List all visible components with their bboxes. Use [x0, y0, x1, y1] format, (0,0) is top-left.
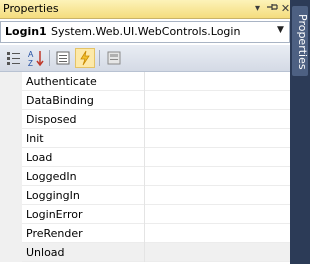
event-row-init[interactable]: Init — [0, 129, 290, 148]
properties-button[interactable] — [53, 48, 73, 68]
row-gutter — [0, 243, 22, 262]
event-row-load[interactable]: Load — [0, 148, 290, 167]
column-divider — [144, 72, 145, 91]
event-row-unload[interactable]: Unload — [0, 243, 290, 262]
side-tab-properties[interactable]: Properties — [292, 6, 309, 76]
event-row-disposed[interactable]: Disposed — [0, 110, 290, 129]
row-gutter — [0, 110, 22, 129]
object-name: Login1 — [5, 25, 47, 38]
chevron-down-icon[interactable]: ▼ — [277, 25, 284, 35]
events-button[interactable] — [75, 48, 95, 68]
column-divider — [144, 205, 145, 224]
properties-toolbar: A Z — [0, 45, 290, 72]
object-selector[interactable]: Login1 System.Web.UI.WebControls.Login ▼ — [0, 21, 290, 43]
event-row-loggedin[interactable]: LoggedIn — [0, 167, 290, 186]
event-name: LoggingIn — [26, 189, 80, 202]
svg-text:Z: Z — [28, 59, 33, 68]
column-divider — [144, 148, 145, 167]
event-row-prerender[interactable]: PreRender — [0, 224, 290, 243]
row-gutter — [0, 186, 22, 205]
events-grid: Authenticate DataBinding Disposed Init L… — [0, 72, 290, 264]
alphabetical-button[interactable]: A Z — [26, 48, 46, 68]
row-gutter — [0, 129, 22, 148]
row-gutter — [0, 148, 22, 167]
event-name: Load — [26, 151, 53, 164]
window-position-dropdown-icon[interactable]: ▾ — [250, 1, 265, 16]
event-name: LoginError — [26, 208, 83, 221]
column-divider — [144, 129, 145, 148]
properties-icon — [56, 51, 70, 65]
event-row-databinding[interactable]: DataBinding — [0, 91, 290, 110]
event-name: Authenticate — [26, 75, 97, 88]
event-name: LoggedIn — [26, 170, 77, 183]
toolbar-separator — [99, 50, 100, 66]
event-name: PreRender — [26, 227, 83, 240]
row-gutter — [0, 205, 22, 224]
row-gutter — [0, 72, 22, 91]
events-icon — [80, 50, 90, 66]
event-row-loginerror[interactable]: LoginError — [0, 205, 290, 224]
column-divider — [144, 110, 145, 129]
svg-text:A: A — [28, 50, 34, 59]
toolbar-separator — [49, 50, 50, 66]
side-tab-label: Properties — [296, 14, 309, 70]
panel-title-bar[interactable]: Properties ▾ ✕ — [0, 0, 290, 19]
categorized-icon — [7, 52, 20, 65]
event-name: Disposed — [26, 113, 77, 126]
column-divider — [144, 243, 145, 262]
column-divider — [144, 167, 145, 186]
event-name: Init — [26, 132, 44, 145]
auto-hide-pin-icon[interactable] — [264, 1, 279, 16]
panel-title: Properties — [3, 2, 59, 15]
alphabetical-icon: A Z — [28, 50, 44, 68]
row-gutter — [0, 167, 22, 186]
event-row-authenticate[interactable]: Authenticate — [0, 72, 290, 91]
categorized-button[interactable] — [4, 48, 24, 68]
side-tab-strip: Properties — [290, 0, 310, 264]
event-name: Unload — [26, 246, 65, 259]
column-divider — [144, 224, 145, 243]
object-type: System.Web.UI.WebControls.Login — [51, 25, 241, 38]
column-divider — [144, 186, 145, 205]
property-pages-icon — [107, 51, 121, 65]
column-divider — [144, 91, 145, 110]
event-row-loggingin[interactable]: LoggingIn — [0, 186, 290, 205]
row-gutter — [0, 224, 22, 243]
properties-panel: Properties ▾ ✕ Login1 System.Web.UI.WebC… — [0, 0, 290, 264]
row-gutter — [0, 91, 22, 110]
property-pages-button[interactable] — [104, 48, 124, 68]
event-name: DataBinding — [26, 94, 94, 107]
